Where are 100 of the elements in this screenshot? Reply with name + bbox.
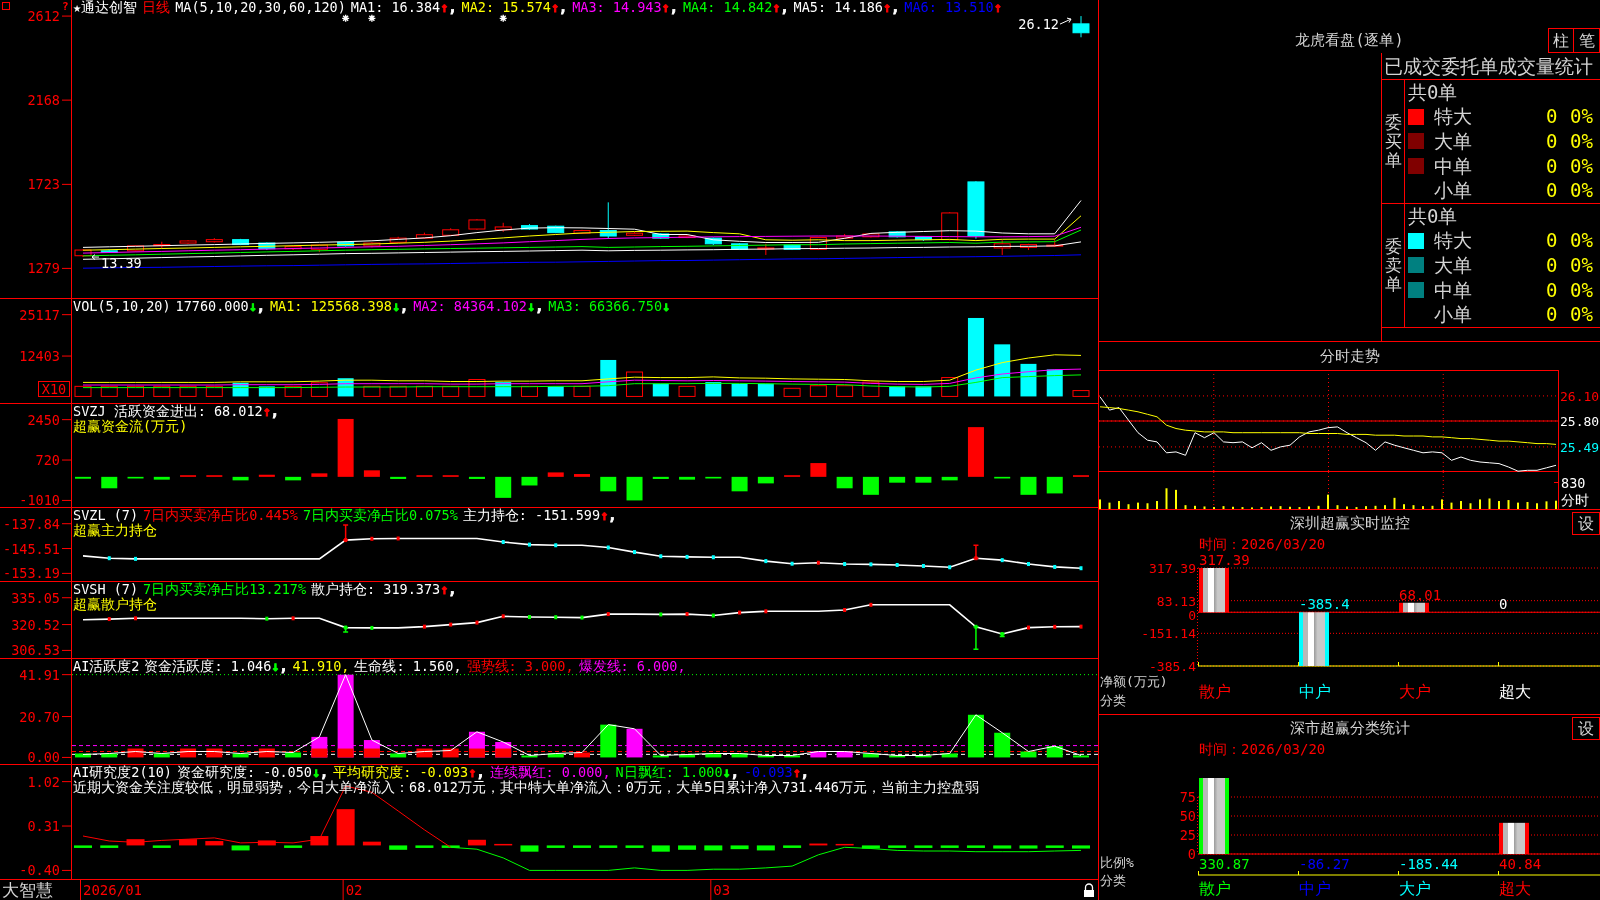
point-marker (764, 559, 768, 564)
indicator-bar (206, 748, 223, 758)
panel-caption: 超赢主力持仓 (73, 523, 157, 538)
indicator-bar (652, 755, 669, 758)
order-size-label: 大单 (1434, 132, 1472, 151)
arrow-icon (91, 254, 100, 261)
candlestick (626, 231, 644, 237)
point-marker (1079, 624, 1083, 629)
volume-bar (547, 386, 564, 397)
flow-bar (915, 476, 932, 483)
legend-item: 散户持仓: 319.373↑, (311, 582, 457, 597)
point-marker (685, 612, 689, 617)
point-marker (711, 613, 715, 618)
asterisk-icon (341, 14, 350, 23)
point-marker (134, 556, 138, 561)
help-mark[interactable]: ? (62, 0, 69, 13)
error-bar (972, 544, 980, 559)
settings-button[interactable]: 设 (1572, 717, 1600, 740)
axis-label: 75 (1179, 789, 1196, 805)
order-percent: 0% (1570, 181, 1593, 201)
candlestick (310, 244, 328, 253)
volume-bar (862, 381, 880, 397)
view-toggle-button[interactable]: 柱 (1548, 28, 1574, 53)
volume-bar (284, 385, 302, 397)
axis-label: 317.39 (1149, 561, 1196, 576)
volume-bar (442, 385, 460, 397)
flow-bar (258, 474, 275, 477)
volume-bar (1020, 363, 1037, 397)
price-label: 26.12 (1018, 16, 1059, 33)
view-toggle-button[interactable]: 笔 (1574, 28, 1600, 53)
legend-item: MA6: 13.510↑ (904, 0, 1002, 15)
volume-bar (1279, 506, 1282, 509)
flow-bar (600, 476, 617, 492)
volume-bar (1374, 505, 1377, 509)
volume-bar (1450, 502, 1453, 509)
net-flow-bar (1299, 612, 1329, 666)
indicator-bar (810, 751, 827, 758)
order-count: 0 (1546, 256, 1558, 275)
indicator-bar (1020, 751, 1037, 758)
legend-item: MA2: 15.574↑, (461, 0, 568, 15)
indicator-bar (889, 755, 906, 758)
point-marker (554, 543, 558, 548)
candlestick (757, 243, 775, 256)
point-marker (764, 609, 768, 614)
indicator-bar (967, 714, 984, 758)
indicator-bar (441, 845, 460, 848)
point-marker (974, 556, 978, 561)
candlestick (232, 238, 250, 246)
volume-bar (179, 385, 197, 397)
flow-bar (574, 474, 590, 477)
legend-item: 7日内买卖净占比13.217% (143, 582, 307, 597)
value-label: 68.01 (1399, 586, 1442, 603)
legend-item: VOL(5,10,20) (73, 299, 171, 314)
value-label: -185.44 (1399, 856, 1458, 872)
indicator-bar (521, 755, 538, 758)
order-count: 0 (1546, 181, 1558, 201)
indicator-bar (678, 845, 697, 850)
axis-label: -151.14 (1141, 626, 1196, 642)
arrow-icon (1059, 17, 1072, 25)
axis-label: 830 (1561, 474, 1586, 491)
settings-button[interactable]: 设 (1572, 512, 1600, 535)
category-label: 中户 (1299, 879, 1331, 898)
square-icon (2, 2, 10, 10)
candlestick (468, 218, 486, 231)
legend-item: MA2: 84364.102↓, (413, 299, 544, 314)
volume-bar (1108, 502, 1111, 509)
indicator-bar (862, 753, 879, 758)
indicator-bar (1046, 746, 1063, 758)
section-title: 分时走势 (1319, 348, 1380, 364)
category-label: 中户 (1299, 682, 1331, 701)
candlestick (809, 236, 827, 251)
volume-bar (941, 377, 959, 397)
group-label: 委买单 (1384, 113, 1402, 170)
order-size-label: 小单 (1434, 181, 1472, 201)
indicator-bar (994, 732, 1011, 758)
category-label: 超大 (1499, 879, 1531, 898)
error-bar (342, 524, 349, 541)
volume-bar (1336, 505, 1339, 509)
axis-label: 0 (1187, 846, 1196, 862)
point-marker (843, 608, 847, 612)
point-marker (344, 538, 348, 543)
indicator-bar (100, 845, 119, 848)
indicator-bar (442, 748, 459, 758)
flow-bar (757, 476, 774, 484)
axis-label: 0.00 (27, 749, 60, 765)
point-marker (1026, 625, 1030, 630)
legend-item: 连续飘红: 0.000, (489, 765, 611, 780)
indicator-bar (809, 843, 828, 846)
axis-label: 2450 (27, 411, 60, 428)
indicator-bar (573, 845, 591, 848)
candlestick (836, 233, 854, 240)
axis-label: 1723 (27, 176, 60, 193)
volume-bar (1393, 497, 1396, 509)
legend-item: AI研究度2(10) (73, 765, 172, 780)
candlestick (652, 232, 670, 240)
indicator-bar (861, 845, 880, 849)
indicator-bar (101, 753, 118, 758)
axis-label: 25.49 (1560, 439, 1600, 455)
order-count: 0 (1546, 132, 1558, 151)
candlestick (888, 230, 906, 239)
